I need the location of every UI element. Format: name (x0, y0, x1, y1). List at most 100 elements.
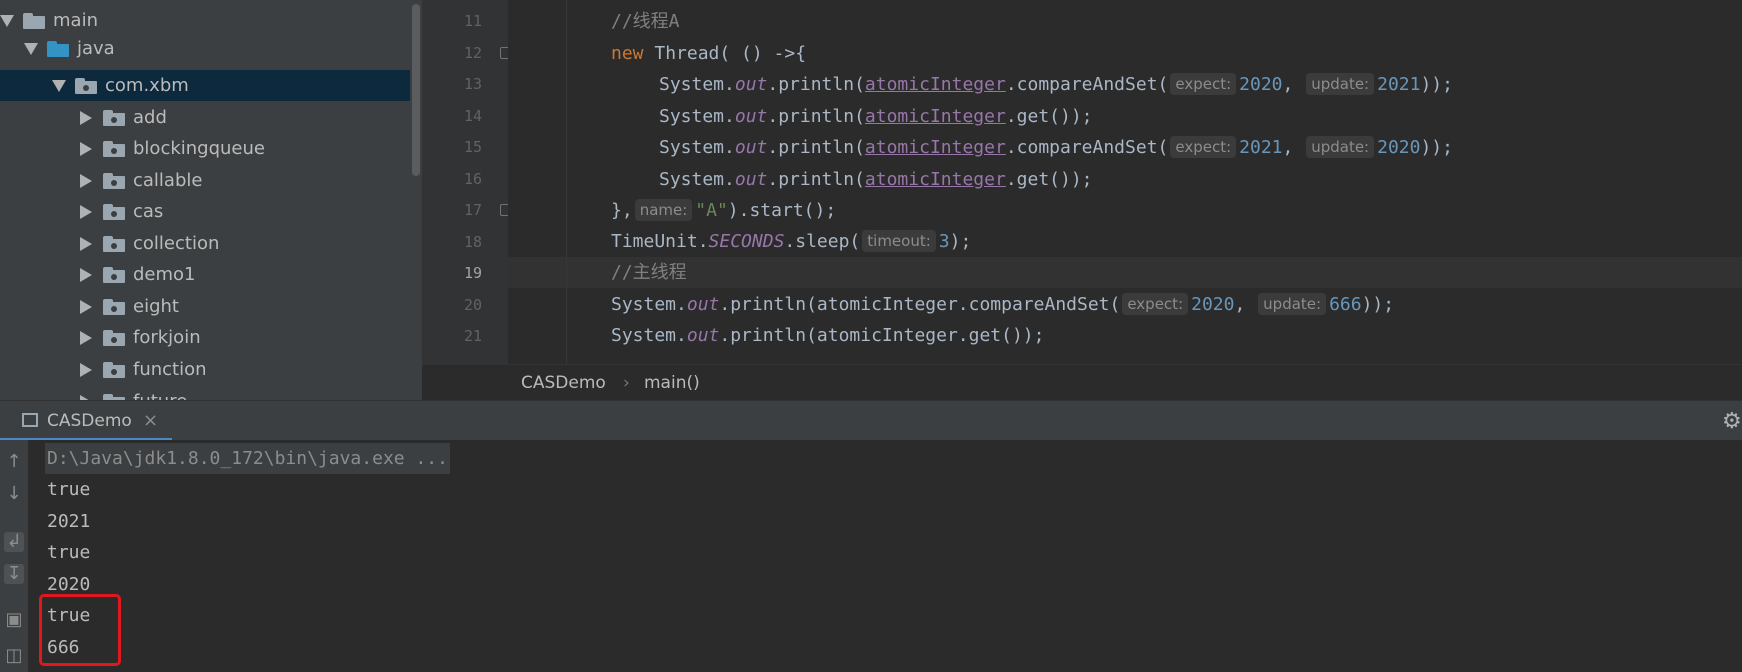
expand-arrow-icon[interactable] (80, 267, 92, 282)
scroll-to-end-icon[interactable]: ↧ (4, 564, 24, 584)
expand-arrow-icon[interactable] (80, 330, 92, 345)
tree-item-label: function (133, 359, 207, 380)
package-icon (75, 77, 97, 94)
expand-arrow-icon[interactable] (80, 299, 92, 314)
print-icon[interactable]: ▣ (4, 610, 24, 630)
tab-label: CASDemo (47, 411, 132, 431)
code-editor[interactable]: //线程A new Thread( () ->{ System.out.prin… (508, 0, 1742, 364)
down-arrow-icon[interactable]: ↓ (4, 484, 24, 504)
code-line-17: }, name: "A").start(); (611, 199, 837, 221)
package-icon (103, 140, 125, 157)
breadcrumb: CASDemo › main() (422, 364, 1742, 401)
tree-item-function[interactable]: function (0, 354, 410, 385)
console-line: true (47, 479, 91, 500)
code-line-13: System.out.println(atomicInteger.compare… (659, 73, 1453, 95)
up-arrow-icon[interactable]: ↑ (4, 452, 24, 472)
indent-guide (566, 0, 567, 364)
folder-icon (47, 40, 69, 57)
collapse-arrow-icon[interactable] (0, 14, 14, 27)
package-icon (103, 172, 125, 189)
tree-item-label: callable (133, 170, 203, 191)
line-number: 20 (463, 296, 482, 314)
expand-arrow-icon[interactable] (80, 236, 92, 251)
line-number: 15 (463, 138, 482, 156)
console-line: 2021 (47, 511, 91, 532)
tree-item-java[interactable]: java (0, 33, 410, 64)
tree-item-main[interactable]: main (0, 5, 410, 36)
tree-scrollbar[interactable] (410, 0, 422, 400)
code-line-21: System.out.println(atomicInteger.get()); (611, 325, 1045, 346)
tree-item-callable[interactable]: callable (0, 165, 410, 196)
console-output[interactable]: D:\Java\jdk1.8.0_172\bin\java.exe ... tr… (28, 440, 1742, 672)
breadcrumb-method[interactable]: main() (644, 373, 700, 393)
code-line-20: System.out.println(atomicInteger.compare… (611, 293, 1395, 315)
expand-arrow-icon[interactable] (80, 204, 92, 219)
gear-icon[interactable]: ⚙ (1722, 409, 1742, 434)
code-line-15: System.out.println(atomicInteger.compare… (659, 136, 1453, 158)
line-number: 16 (463, 170, 482, 188)
tree-item-label: java (77, 38, 115, 59)
code-line-16: System.out.println(atomicInteger.get()); (659, 169, 1093, 190)
tab-casdemo[interactable]: CASDemo × (0, 401, 172, 441)
package-icon (103, 266, 125, 283)
run-tool-window-header: CASDemo × ⚙ (0, 400, 1742, 441)
tree-item-blockingqueue[interactable]: blockingqueue (0, 133, 410, 164)
package-icon (103, 329, 125, 346)
package-icon (103, 298, 125, 315)
tree-item-com-xbm[interactable]: com.xbm (0, 70, 410, 101)
tree-item-future[interactable]: future (0, 386, 410, 400)
expand-arrow-icon[interactable] (80, 362, 92, 377)
folder-icon (23, 12, 45, 29)
console-command-line: D:\Java\jdk1.8.0_172\bin\java.exe ... (45, 443, 450, 474)
tree-item-demo1[interactable]: demo1 (0, 259, 410, 290)
breadcrumb-class[interactable]: CASDemo (521, 373, 606, 393)
tree-item-label: add (133, 107, 167, 128)
line-number: 17 (463, 201, 482, 219)
trash-icon[interactable]: ◫ (4, 646, 24, 666)
line-number: 21 (463, 327, 482, 345)
code-line-14: System.out.println(atomicInteger.get()); (659, 106, 1093, 127)
tree-item-label: eight (133, 296, 179, 317)
tree-item-label: blockingqueue (133, 138, 265, 159)
tree-item-label: cas (133, 201, 164, 222)
package-icon (103, 109, 125, 126)
console-tab-icon (22, 413, 38, 427)
line-number: 13 (463, 75, 482, 93)
collapse-arrow-icon[interactable] (52, 79, 66, 92)
scrollbar-thumb[interactable] (412, 4, 420, 176)
line-number-current: 19 (463, 264, 482, 282)
tree-item-label: demo1 (133, 264, 196, 285)
line-number: 11 (463, 12, 482, 30)
expand-arrow-icon[interactable] (80, 141, 92, 156)
line-number: 12 (463, 44, 482, 62)
code-line-18: TimeUnit.SECONDS.sleep(timeout: 3); (611, 230, 972, 252)
tree-item-label: future (133, 391, 187, 400)
package-icon (103, 361, 125, 378)
package-icon (103, 203, 125, 220)
console-line: true (47, 542, 91, 563)
soft-wrap-icon[interactable]: ↲ (4, 532, 24, 552)
current-line-highlight (508, 257, 1742, 288)
expand-arrow-icon[interactable] (80, 110, 92, 125)
expand-arrow-icon[interactable] (80, 173, 92, 188)
console-toolbar: ↑ ↓ ↲ ↧ ▣ ◫ (0, 440, 28, 672)
tree-item-eight[interactable]: eight (0, 291, 410, 322)
code-line-12: new Thread( () ->{ (611, 43, 807, 64)
close-icon[interactable]: × (143, 410, 158, 431)
tree-item-label: main (53, 10, 98, 31)
line-number: 18 (463, 233, 482, 251)
tree-item-label: collection (133, 233, 220, 254)
code-line-19: //主线程 (611, 262, 687, 283)
tree-item-label: com.xbm (105, 75, 189, 96)
code-line-11: //线程A (611, 11, 680, 32)
tree-item-collection[interactable]: collection (0, 228, 410, 259)
tree-item-add[interactable]: add (0, 102, 410, 133)
collapse-arrow-icon[interactable] (24, 42, 38, 55)
tree-item-forkjoin[interactable]: forkjoin (0, 322, 410, 353)
package-icon (103, 235, 125, 252)
tree-item-label: forkjoin (133, 327, 201, 348)
breadcrumb-separator: › (623, 373, 630, 393)
annotation-highlight-box (39, 594, 121, 666)
project-tree: main java com.xbm add blockingqueue call… (0, 0, 422, 400)
tree-item-cas[interactable]: cas (0, 196, 410, 227)
